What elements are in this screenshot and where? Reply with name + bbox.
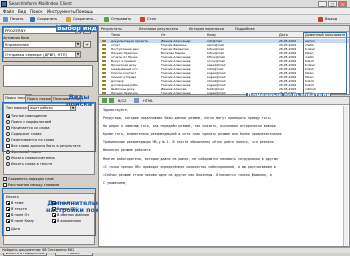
exit-label: Выход [325, 17, 338, 21]
save-button[interactable]: Сохранить [30, 16, 57, 23]
col-to[interactable]: Кому [207, 32, 235, 38]
results-grid: Результаты Итоговые результаты История п… [98, 25, 350, 99]
save-icon [30, 17, 35, 22]
viewer-toolbar: 8/12 HTML [99, 97, 349, 105]
menu-bar: Файл Вид Поиск Инструменты Помощь [0, 8, 350, 15]
send-button[interactable]: Отправить [104, 16, 131, 23]
closing: С уважением, [103, 180, 127, 185]
toolbar: Печать Сохранить Сохранить... Отправить … [0, 15, 350, 24]
menu-file[interactable]: Файл [3, 9, 14, 14]
paragraph: Вакансия резюме рабочего [103, 148, 151, 153]
col-subject[interactable]: Тема [111, 32, 149, 38]
app-window: SearchInform MailIndex Client _ □ × Файл… [0, 0, 350, 256]
menu-search[interactable]: Поиск [30, 9, 43, 14]
back-icon[interactable] [102, 98, 107, 103]
send-label: Отправить [111, 17, 132, 21]
message-body: Здравствуйте, Рекрутеры, которые накапли… [103, 108, 339, 189]
message-viewer: 8/12 HTML Здравствуйте, Рекрутеры, котор… [98, 96, 350, 247]
folder-icon [66, 17, 71, 22]
annotation-index-frame [2, 26, 98, 62]
menu-view[interactable]: Вид [18, 9, 26, 14]
forward-icon[interactable] [109, 98, 114, 103]
annotation-domain-frame [303, 32, 347, 94]
stop-icon [140, 17, 145, 22]
paragraph: Рекрутеры, которые накапливают базы данн… [103, 116, 272, 121]
option-label: Искать словосочетания [11, 156, 55, 160]
maximize-button[interactable]: □ [328, 1, 337, 7]
distance-checkbox[interactable]: Расстояние между словами [3, 183, 59, 187]
status-bar: Найдено документов: 68 Сессионно 661 [0, 247, 350, 253]
paragraph: Тривиальные рекомендации HR-у № 1. В тек… [103, 140, 274, 145]
format-label[interactable]: HTML [143, 98, 153, 104]
save-as-button[interactable]: Сохранить... [66, 16, 97, 23]
exit-icon [318, 17, 323, 22]
viewer-scrollbar[interactable] [343, 106, 348, 246]
mail-icon [104, 17, 109, 22]
zoom-icon[interactable] [134, 98, 139, 103]
keep-order-checkbox[interactable]: Сохранять порядок слов [3, 177, 54, 181]
paragraph: «С точки зрения HR» проводит определённо… [103, 164, 276, 169]
paragraph: Но редко я замечаю того, как передаём ре… [103, 124, 276, 129]
option-word-combos[interactable]: Искать словосочетания [6, 156, 55, 160]
option-label: Искать слова в тексте [11, 162, 53, 166]
stop-button[interactable]: Стоп [140, 16, 156, 23]
save-label: Сохранить [37, 17, 58, 21]
checkbox-label: Сохранять порядок слов [8, 177, 54, 181]
print-icon [3, 17, 8, 22]
stop-label: Стоп [147, 17, 157, 21]
exit-button[interactable]: Выход [318, 16, 337, 23]
app-icon [1, 1, 7, 7]
close-button[interactable]: × [338, 1, 347, 7]
search-query-input[interactable] [3, 65, 93, 87]
col-from[interactable]: От [161, 32, 203, 38]
window-title: SearchInform MailIndex Client [9, 1, 72, 6]
save-as-label: Сохранить... [73, 17, 97, 21]
print-button[interactable]: Печать [3, 16, 23, 23]
print-label: Печать [10, 17, 24, 21]
title-bar: SearchInform MailIndex Client _ □ × [0, 0, 350, 8]
minimize-button[interactable]: _ [318, 1, 327, 7]
paragraph: Многие работодатели, которые давно на ры… [103, 156, 278, 161]
annotation-extra-frame [2, 188, 96, 236]
checkbox-label: Расстояние между словами [8, 183, 60, 187]
paragraph: «Сейчас резюме стали похожи одно на друг… [103, 172, 272, 177]
greeting: Здравствуйте, [103, 108, 129, 112]
page-indicator: 8/12 [118, 98, 127, 103]
option-words-in-text[interactable]: Искать слова в тексте [6, 162, 52, 166]
menu-help[interactable]: Помощь [76, 9, 93, 14]
menu-tools[interactable]: Инструменты [47, 9, 76, 14]
paragraph: Кроме того, внимательно рекомендацией в … [103, 132, 282, 137]
annotation-types-frame [2, 102, 96, 152]
col-date[interactable]: Дата [279, 32, 303, 38]
